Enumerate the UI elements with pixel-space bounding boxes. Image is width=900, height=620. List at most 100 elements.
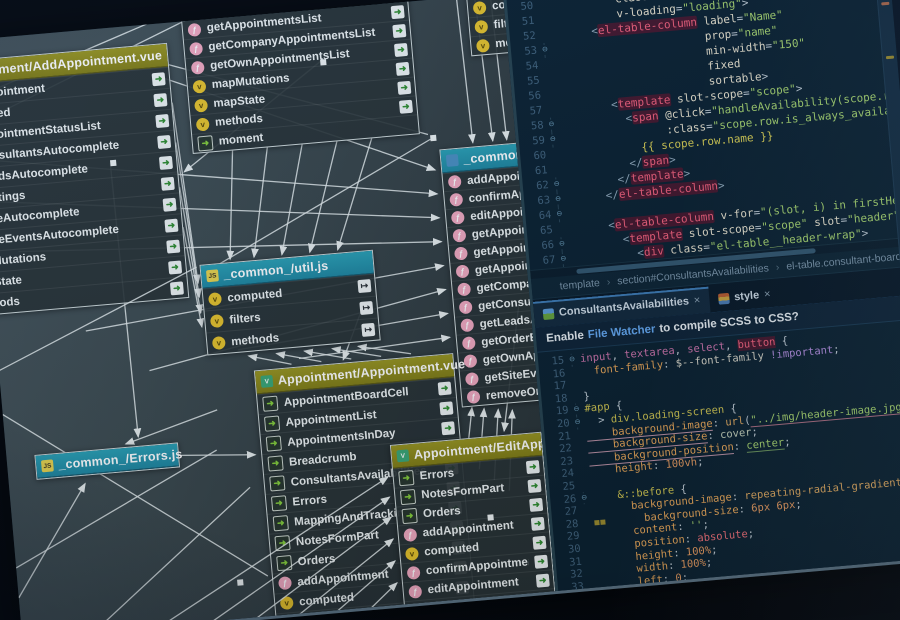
- diagram-node-_common_/Errors.js[interactable]: JS _common_/Errors.js: [34, 442, 183, 480]
- fold-gutter[interactable]: ⊖: [553, 237, 570, 253]
- token-pl: >: [741, 0, 749, 10]
- js-file-icon: JS: [205, 269, 219, 283]
- token-pl: ,: [674, 343, 688, 357]
- dependency-arrow-icon: ➜: [164, 218, 179, 233]
- fold-gutter[interactable]: [575, 479, 591, 480]
- token-fn: url: [724, 414, 745, 429]
- fold-gutter[interactable]: [579, 529, 595, 530]
- fold-gutter[interactable]: [566, 378, 582, 379]
- token-pl: {: [723, 402, 738, 416]
- vue-option-icon: v: [185, 3, 200, 18]
- line-number: 33: [570, 580, 585, 591]
- component-icon: ➜: [267, 455, 284, 472]
- node-title: _common_/Errors.js: [57, 447, 183, 472]
- token-str: "150": [771, 36, 806, 53]
- fold-gutter[interactable]: [535, 27, 551, 28]
- method-icon: ƒ: [464, 371, 480, 387]
- method-icon: ƒ: [457, 282, 472, 297]
- diagram-node-_common_/util.js[interactable]: JS _common_/util.js v computed ↦ v filters ↦ v me…: [199, 249, 381, 356]
- css-file-icon: [542, 307, 555, 320]
- fold-gutter[interactable]: [534, 12, 550, 13]
- dependency-arrow-icon: ➜: [157, 134, 172, 149]
- token-num: 100%: [680, 556, 707, 572]
- close-icon[interactable]: ×: [693, 294, 700, 307]
- breadcrumb-separator: ›: [775, 261, 780, 274]
- fold-gutter[interactable]: [542, 102, 558, 103]
- dependency-arrow-icon: ➜: [537, 592, 552, 607]
- fold-gutter[interactable]: [539, 72, 555, 73]
- dependency-arrow-icon: ➜: [398, 99, 413, 114]
- fold-gutter[interactable]: ⊖: [555, 251, 572, 267]
- token-str: "Name": [742, 8, 784, 25]
- token-pl: :: [672, 546, 687, 560]
- error-stripe-mark[interactable]: [885, 55, 895, 60]
- fold-gutter[interactable]: ⊖: [564, 353, 581, 367]
- vue-option-icon: v: [409, 603, 424, 618]
- token-pl: :: [731, 490, 745, 504]
- diagram-node-Appointment/AddAppointment.vue[interactable]: VAppointment/AddAppointment.vueƒaddAppoi…: [0, 42, 190, 319]
- fold-gutter[interactable]: [547, 162, 563, 163]
- method-icon: ƒ: [281, 615, 296, 620]
- method-icon: ƒ: [455, 264, 470, 279]
- fold-gutter[interactable]: ⊖: [548, 177, 565, 193]
- diagram-node-Appointment/EditAppointment.vue[interactable]: V Appointment/EditAppointment.vue ➜ Errors ➜…: [389, 429, 556, 620]
- connector-endpoint: [237, 579, 244, 586]
- dependency-diagram-panel[interactable]: VAppointment/AddAppointment.vueƒaddAppoi…: [0, 0, 556, 620]
- diagram-node-n2[interactable]: Vvcomputed➜ƒgetAppointmentsList➜ƒgetComp…: [177, 0, 420, 155]
- fold-gutter[interactable]: [583, 579, 599, 580]
- method-icon: ƒ: [463, 354, 478, 369]
- node-title: _common: [462, 147, 525, 167]
- dependency-arrow-icon: ➜: [529, 497, 544, 512]
- error-stripe-mark[interactable]: [881, 1, 890, 6]
- breadcrumb-item[interactable]: template: [559, 277, 600, 292]
- member-label: filters: [428, 600, 462, 616]
- dependency-arrow-icon: ➜: [532, 535, 547, 550]
- fold-gutter[interactable]: ⊖: [576, 491, 593, 505]
- node-header[interactable]: V: [178, 0, 406, 2]
- node-member-getAppointment[interactable]: ƒgetAppointment➜: [406, 607, 556, 620]
- component-icon: ➜: [399, 488, 417, 505]
- component-icon: ➜: [270, 495, 288, 512]
- fold-gutter[interactable]: [581, 554, 597, 555]
- token-pl: :: [712, 416, 726, 430]
- fold-gutter[interactable]: ⊖: [551, 207, 568, 223]
- fold-gutter[interactable]: [582, 566, 598, 567]
- token-pl: >: [861, 226, 869, 240]
- fold-gutter[interactable]: ⊖: [569, 416, 586, 430]
- fold-gutter[interactable]: ⊖: [543, 117, 560, 133]
- close-icon[interactable]: ×: [764, 288, 771, 301]
- file-watcher-link[interactable]: File Watcher: [587, 323, 656, 341]
- vue-option-icon: v: [195, 116, 210, 132]
- vue-option-icon: v: [207, 292, 223, 307]
- js-file-icon: JS: [40, 459, 54, 473]
- editor-scss[interactable]: 15 ⊖ input, textarea, select, button {16 f…: [537, 318, 900, 591]
- method-icon: ƒ: [449, 192, 464, 207]
- method-icon: ƒ: [460, 318, 475, 333]
- token-br: </: [605, 188, 620, 203]
- token-pl: :: [662, 357, 677, 371]
- fold-gutter[interactable]: [567, 391, 583, 392]
- component-icon: ➜: [398, 469, 415, 486]
- fold-gutter[interactable]: [574, 466, 590, 467]
- code-text: }: [583, 390, 590, 403]
- vue-option-icon: v: [192, 79, 207, 94]
- fold-gutter[interactable]: ⊖: [536, 42, 553, 58]
- ide-window: VAppointment/AddAppointment.vueƒaddAppoi…: [0, 0, 900, 620]
- node-header[interactable]: JS _common_/Errors.js: [35, 443, 183, 479]
- fold-gutter[interactable]: ⊖: [550, 192, 567, 208]
- method-icon: ƒ: [408, 584, 423, 599]
- fold-gutter[interactable]: [580, 541, 596, 542]
- fold-gutter[interactable]: ⊖: [544, 132, 561, 148]
- token-pl: ;: [696, 456, 704, 469]
- component-icon: ➜: [263, 415, 281, 432]
- editor-vue-template[interactable]: 50 class="consultant-board-table"51 v-lo…: [506, 0, 900, 271]
- method-icon: ƒ: [187, 22, 202, 37]
- token-pl: >: [760, 69, 769, 84]
- style-file-icon: [717, 292, 730, 305]
- fold-gutter[interactable]: [572, 453, 588, 454]
- fold-gutter[interactable]: [571, 441, 587, 442]
- fold-gutter[interactable]: [540, 87, 556, 88]
- node-member-editAppointment[interactable]: ƒeditAppointment➜: [277, 616, 477, 620]
- fold-gutter[interactable]: [578, 516, 594, 517]
